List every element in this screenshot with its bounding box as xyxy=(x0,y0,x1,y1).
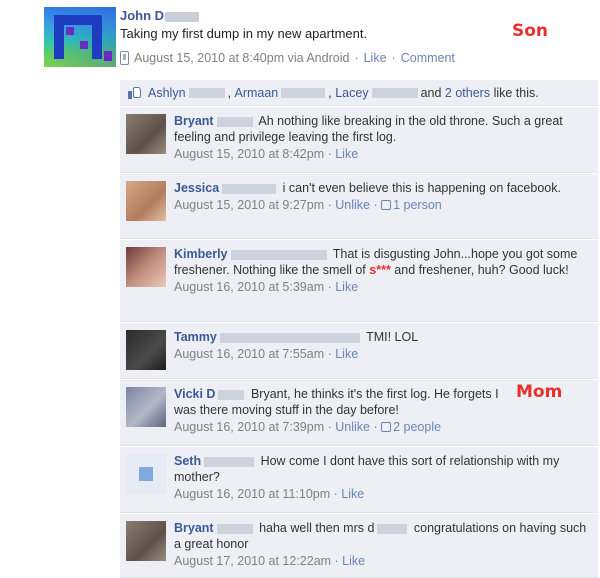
commenter-avatar[interactable] xyxy=(126,114,166,154)
commenter-name[interactable]: Bryant xyxy=(174,114,214,128)
like-link[interactable]: Like xyxy=(364,51,387,65)
redacted-surname xyxy=(165,11,200,22)
mom-annotation: Mom xyxy=(516,382,563,402)
commenter-avatar[interactable] xyxy=(126,454,166,494)
comment-item: Bryant Ah nothing like breaking in the o… xyxy=(120,107,598,173)
censored-word: s*** xyxy=(369,263,391,277)
commenter-avatar[interactable] xyxy=(126,521,166,561)
comment-item: Seth How come I dont have this sort of r… xyxy=(120,447,598,513)
comment-text: TMI! LOL xyxy=(366,330,419,344)
redacted-name xyxy=(204,456,255,467)
post-author[interactable]: John D xyxy=(120,8,200,23)
comment-time[interactable]: August 16, 2010 at 7:55am xyxy=(174,347,324,361)
redacted-name xyxy=(371,87,418,98)
redacted-name xyxy=(230,249,327,260)
comment-text-continued: and freshener, huh? Good luck! xyxy=(394,263,569,277)
liker-name[interactable]: Ashlyn xyxy=(148,86,186,100)
comment-item: Jessica i can't even believe this is hap… xyxy=(120,174,598,239)
thumbs-up-icon xyxy=(128,86,142,99)
commenter-name[interactable]: Seth xyxy=(174,454,201,468)
mobile-phone-icon xyxy=(120,51,129,65)
commenter-name[interactable]: Tammy xyxy=(174,330,217,344)
comment-like-link[interactable]: Like xyxy=(341,487,364,501)
redacted-name xyxy=(188,87,225,98)
separator: · xyxy=(354,51,359,65)
redacted-name xyxy=(219,332,360,343)
commenter-name[interactable]: Jessica xyxy=(174,181,219,195)
comment-like-count[interactable]: 1 person xyxy=(393,198,442,212)
post-text: Taking my first dump in my new apartment… xyxy=(120,26,368,41)
likes-suffix: like this. xyxy=(493,85,539,100)
redacted-name xyxy=(222,183,277,194)
comment-like-link[interactable]: Like xyxy=(335,280,358,294)
commenter-avatar[interactable] xyxy=(126,387,166,427)
commenter-avatar[interactable] xyxy=(126,247,166,287)
redacted-name xyxy=(218,389,245,400)
comment-time[interactable]: August 16, 2010 at 7:39pm xyxy=(174,420,324,434)
author-avatar[interactable] xyxy=(44,7,116,67)
comment-time[interactable]: August 15, 2010 at 8:42pm xyxy=(174,147,324,161)
redacted-name xyxy=(216,116,253,127)
redacted-name xyxy=(377,523,408,534)
comment-item: Kimberly That is disgusting John...hope … xyxy=(120,240,598,322)
likes-and: and xyxy=(420,85,442,100)
commenter-name[interactable]: Vicki D xyxy=(174,387,215,401)
likes-others-link[interactable]: 2 others xyxy=(445,86,490,100)
thumbs-up-icon xyxy=(381,200,392,210)
commenter-name[interactable]: Kimberly xyxy=(174,247,228,261)
comment-time[interactable]: August 15, 2010 at 9:27pm xyxy=(174,198,324,212)
comment-item: Bryant haha well then mrs d congratulati… xyxy=(120,514,598,578)
comment-like-link[interactable]: Like xyxy=(342,554,365,568)
comment-like-link[interactable]: Like xyxy=(335,147,358,161)
comment-like-link[interactable]: Like xyxy=(335,347,358,361)
commenter-avatar[interactable] xyxy=(126,181,166,221)
redacted-name xyxy=(216,523,253,534)
commenter-avatar[interactable] xyxy=(126,330,166,370)
commenter-name[interactable]: Bryant xyxy=(174,521,214,535)
comment-time[interactable]: August 16, 2010 at 5:39am xyxy=(174,280,324,294)
comment-like-count[interactable]: 2 people xyxy=(393,420,441,434)
redacted-name xyxy=(281,87,326,98)
son-annotation: Son xyxy=(512,21,549,41)
author-name[interactable]: John D xyxy=(120,8,164,23)
comment-item: Tammy TMI! LOL August 16, 2010 at 7:55am… xyxy=(120,323,598,379)
liker-name[interactable]: Armaan xyxy=(234,86,278,100)
likes-bar: Ashlyn , Armaan , Lacey and 2 others lik… xyxy=(120,80,598,106)
thumbs-up-icon xyxy=(381,422,392,432)
comment-text: haha well then mrs d xyxy=(259,521,375,535)
post-timestamp[interactable]: August 15, 2010 at 8:40pm via Android xyxy=(134,51,349,65)
comment-time[interactable]: August 17, 2010 at 12:22am xyxy=(174,554,331,568)
comment-time[interactable]: August 16, 2010 at 11:10pm xyxy=(174,487,330,501)
separator: · xyxy=(391,51,396,65)
post-meta: August 15, 2010 at 8:40pm via Android · … xyxy=(120,51,455,65)
comment-unlike-link[interactable]: Unlike xyxy=(335,198,370,212)
comment-link[interactable]: Comment xyxy=(401,51,455,65)
comments-section: Ashlyn , Armaan , Lacey and 2 others lik… xyxy=(120,80,598,578)
comment-unlike-link[interactable]: Unlike xyxy=(335,420,370,434)
comment-text: i can't even believe this is happening o… xyxy=(282,181,561,195)
liker-name[interactable]: Lacey xyxy=(335,86,368,100)
